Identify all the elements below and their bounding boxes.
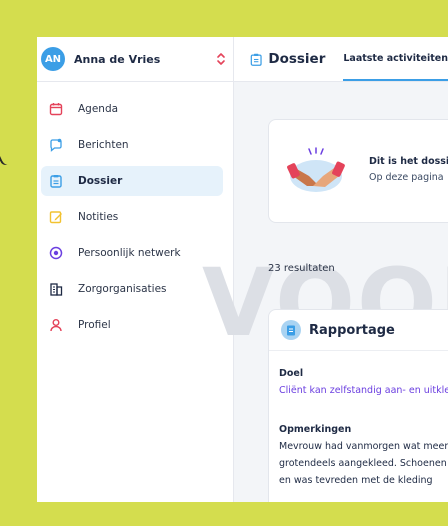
user-name: Anna de Vries	[74, 52, 161, 66]
sidebar: AN Anna de Vries Agenda Berichten Dossie…	[37, 37, 234, 502]
building-icon	[50, 283, 63, 296]
sidebar-item-berichten[interactable]: Berichten	[41, 130, 223, 160]
sidebar-item-agenda[interactable]: Agenda	[41, 94, 223, 124]
network-icon	[49, 246, 63, 260]
goal-label: Doel	[279, 368, 304, 379]
report-header: Rapportage	[269, 310, 448, 351]
sidebar-item-label: Zorgorganisaties	[78, 283, 167, 295]
person-icon	[50, 319, 62, 332]
report-card[interactable]: Rapportage Doel Cliënt kan zelfstandig a…	[268, 309, 448, 502]
remarks-line: grotendeels aangekleed. Schoenen	[279, 458, 447, 469]
sidebar-item-dossier[interactable]: Dossier	[41, 166, 223, 196]
handshake-icon	[287, 147, 345, 192]
remarks-line: Mevrouw had vanmorgen wat meer energie	[279, 441, 448, 452]
page-header: Dossier Laatste activiteiten	[234, 37, 448, 82]
note-icon	[49, 211, 62, 224]
sidebar-item-label: Agenda	[78, 103, 119, 115]
app-screen: AN Anna de Vries Agenda Berichten Dossie…	[37, 37, 448, 502]
info-title: Dit is het dossier	[369, 156, 448, 167]
remarks-line: en was tevreden met de kleding	[279, 475, 433, 486]
results-count: 23 resultaten	[268, 263, 335, 274]
sidebar-item-persoonlijk-netwerk[interactable]: Persoonlijk netwerk	[41, 238, 223, 268]
avatar: AN	[41, 47, 65, 71]
tab-laatste-activiteiten[interactable]: Laatste activiteiten	[343, 37, 448, 81]
info-card: Dit is het dossier Op deze pagina	[268, 119, 448, 223]
sidebar-item-notities[interactable]: Notities	[41, 202, 223, 232]
main-content: Dossier Laatste activiteiten VOORBEELD D…	[202, 37, 448, 502]
sidebar-item-label: Dossier	[78, 175, 123, 187]
clipboard-icon	[50, 175, 62, 188]
clipboard-icon	[250, 53, 262, 66]
document-icon	[281, 320, 301, 340]
report-title: Rapportage	[309, 322, 395, 338]
chevron-up-down-icon[interactable]	[215, 51, 227, 67]
calendar-icon	[49, 103, 63, 116]
sidebar-item-label: Berichten	[78, 139, 129, 151]
message-icon	[50, 138, 62, 152]
sidebar-item-label: Persoonlijk netwerk	[78, 247, 181, 259]
sidebar-item-zorgorganisaties[interactable]: Zorgorganisaties	[41, 274, 223, 304]
frame-edge-mark	[0, 153, 10, 167]
sidebar-item-label: Profiel	[78, 319, 111, 331]
sidebar-item-profiel[interactable]: Profiel	[41, 310, 223, 340]
sidebar-nav: Agenda Berichten Dossier Notities Persoo…	[37, 94, 233, 340]
page-title: Dossier	[268, 51, 326, 67]
sidebar-item-label: Notities	[78, 211, 119, 223]
goal-link[interactable]: Cliënt kan zelfstandig aan- en uitkleden	[279, 382, 448, 399]
user-switcher[interactable]: AN Anna de Vries	[37, 37, 233, 82]
info-subtitle: Op deze pagina	[369, 172, 444, 183]
remarks-label: Opmerkingen	[279, 424, 352, 435]
